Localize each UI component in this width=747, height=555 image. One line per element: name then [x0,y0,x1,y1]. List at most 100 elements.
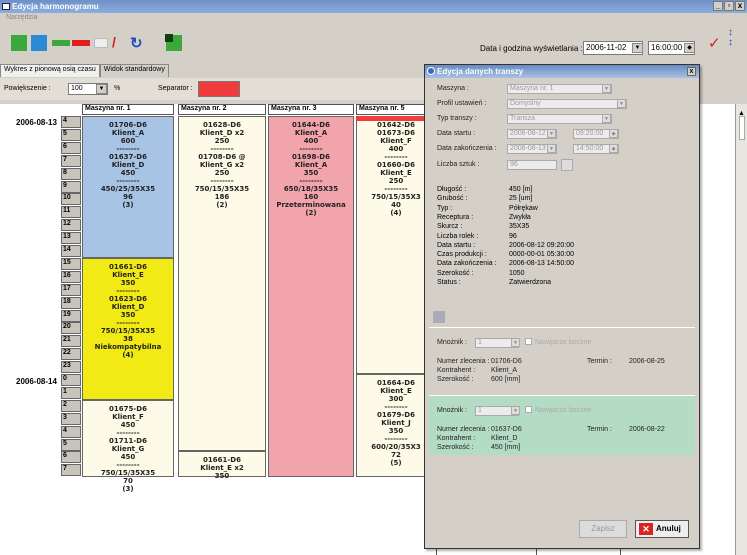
hour-cell: 12 [61,219,81,232]
batch-line: (3) [122,484,134,493]
tab-vertical-axis[interactable]: Wykres z pionową osią czasu [0,64,100,77]
width-value: 450 [mm] [491,444,521,451]
client-label: Kontrahent : [437,367,476,374]
batch-block[interactable]: 01628-D6 Klient_D x2 250 -------- 01708-D6 @… [178,116,266,452]
batch-line: (4) [122,350,134,359]
dropdown-icon[interactable]: ▼ [617,99,626,108]
info-label: Receptura : [437,213,474,221]
maximize-button[interactable]: ▫ [724,1,734,11]
batch-line: -------- [299,177,323,185]
separator-color[interactable] [198,81,240,97]
tab-standard-view[interactable]: Widok standardowy [99,64,169,77]
dropdown-icon[interactable]: ▼ [602,84,611,93]
edit-icon[interactable] [92,34,110,52]
batch-line: (2) [216,201,228,209]
batch-line: 650/18/35X35 [283,185,339,193]
dropdown-icon[interactable]: ▼ [547,144,556,153]
vertical-scrollbar[interactable]: ▲ [735,104,747,555]
batch-line: 750/15/35X35 [194,185,250,193]
batch-line: 450/25/35X35 [100,185,156,193]
form-input[interactable]: Maszyna nr. 1 [507,84,612,94]
dropdown-icon[interactable]: ▼ [547,129,556,138]
pencil-icon[interactable]: / [112,34,130,52]
batch-line: 01708-D6 @ [198,153,246,161]
dropdown-icon[interactable]: ▼ [602,114,611,123]
form-input[interactable]: Transza [507,114,612,124]
batch-line: -------- [210,145,234,153]
remove-icon[interactable] [52,34,70,52]
batch-line: 01623-D6 [109,294,147,303]
remove-red-icon[interactable] [72,34,90,52]
hour-cell: 19 [61,309,81,322]
hour-cell: 9 [61,180,81,193]
add-blue-icon[interactable] [30,34,48,52]
exec-time-spinner[interactable]: ◆ [684,43,695,53]
batch-line: 38 [123,334,133,343]
side-winders-label: Nawijacze boczne [535,339,592,346]
batch-line: -------- [116,286,140,295]
client-value: Klient_D [491,435,518,442]
form-input[interactable]: 96 [507,160,557,170]
hour-cell: 5 [61,128,81,141]
batch-line: 01661-D6 [109,262,147,271]
batch-block[interactable]: 01644-D6 Klient_A 400 -------- 01698-D6 Klien… [268,116,354,478]
info-label: Typ : [437,204,453,212]
clear-icon[interactable]: ✓ [708,34,726,52]
menu-tools[interactable]: Narzędzia [0,14,38,24]
batch-block[interactable]: 01675-D6 Klient_F 450 -------- 01711-D6 Klien… [82,399,174,493]
info-label: Data startu : [437,241,476,249]
minimize-button[interactable]: _ [713,1,723,11]
batch-block[interactable]: 01661-D6 Klient_E x2 350 [178,451,266,480]
refresh-icon[interactable]: ↻ [130,34,148,52]
cancel-button[interactable]: ✕ Anuluj [635,520,689,538]
column-header: Maszyna nr. 3 [268,104,354,115]
dropdown-icon[interactable]: ▼ [511,338,520,347]
exec-date-dropdown[interactable]: ▼ [632,43,643,53]
hour-cell: 1 [61,386,81,399]
info-label: Status : [437,279,461,286]
term-label: Termin : [587,426,612,433]
term-label: Termin : [587,358,612,365]
hour-cell: 15 [61,257,81,270]
batch-block[interactable]: 01706-D6 Klient_A 600 -------- 01637-D6 Klien… [82,116,174,258]
multiplier-label: Mnożnik : [437,339,467,346]
term-value: 2006-08-22 [629,426,665,433]
add-order-icon[interactable] [431,309,445,323]
batch-line: -------- [116,428,140,437]
order-number-value: 01706-D6 [491,358,522,365]
batch-line: Klient_E x2 [200,464,244,473]
batch-line: 750/15/35X35 [100,468,156,477]
form-input[interactable]: Domyślny [507,99,627,109]
form-label: Typ transzy : [437,115,477,122]
hour-cell: 7 [61,154,81,167]
info-value: 96 [509,232,517,240]
hour-cell: 6 [61,451,81,464]
side-winders-checkbox[interactable] [525,406,532,413]
spinner-icon[interactable]: ◆ [609,144,618,153]
spinner-icon[interactable]: ◆ [609,129,618,138]
form-label: Data zakończenia : [437,145,497,152]
info-value: 2006-08-13 14:50:00 [509,260,574,268]
batch-block[interactable]: 01661-D6 Klient_E 350 -------- 01623-D6 Klien… [82,257,174,400]
close-button[interactable]: x [735,1,745,11]
hour-cell: 13 [61,232,81,245]
batch-line: 01628-D6 [203,121,241,129]
split-icon[interactable] [165,34,183,52]
zoom-dropdown[interactable]: ▼ [96,84,107,94]
window-title: Edycja harmonogramu [12,2,99,11]
hour-cell: 0 [61,374,81,386]
add-icon[interactable] [10,34,28,52]
dialog-close-button[interactable]: x [687,67,696,76]
sort-icon[interactable]: ↕ ↕ [728,28,746,48]
order-number-value: 01637-D6 [491,426,522,433]
hour-cell: 22 [61,348,81,361]
count-picker[interactable] [561,159,573,171]
info-value: 35X35 [509,223,530,231]
info-label: Długość : [437,186,467,193]
dropdown-icon[interactable]: ▼ [511,406,520,415]
hour-cell: 6 [61,141,81,154]
save-button[interactable]: Zapisz [579,520,627,538]
side-winders-checkbox[interactable] [525,338,532,345]
zoom-unit: % [114,85,121,92]
batch-line: 350 [303,169,319,177]
